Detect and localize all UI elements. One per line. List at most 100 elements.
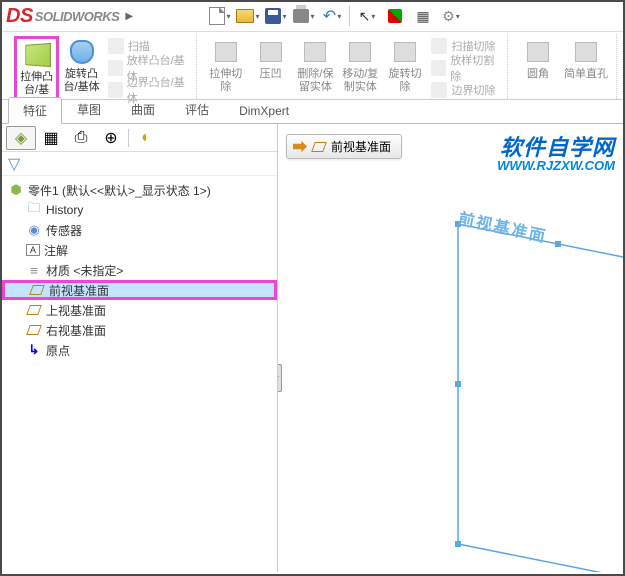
open-icon (236, 9, 254, 23)
print-icon (293, 9, 309, 23)
qat-separator (349, 6, 350, 26)
tree-top-plane[interactable]: 上视基准面 (2, 300, 277, 320)
fillet-icon (527, 42, 549, 62)
ribbon: 拉伸凸台/基体 旋转凸台/基体 扫描 放样凸台/基体 边界凸台/基体 拉伸切除 … (2, 32, 623, 100)
undo-button[interactable]: ↶▾ (319, 4, 345, 28)
options-icon: ⚙ (442, 8, 455, 25)
tree-sensors[interactable]: ◉ 传感器 (2, 220, 277, 240)
plane-icon (26, 302, 42, 318)
watermark-url: WWW.RJZXW.COM (497, 158, 615, 173)
tree-right-plane[interactable]: 右视基准面 (2, 320, 277, 340)
hole-button[interactable]: 压凹 (248, 36, 293, 83)
boundary-cut-button[interactable]: 边界切除 (431, 80, 501, 100)
revolve-cut-button[interactable]: 旋转切除 (383, 36, 428, 96)
watermark: 软件自学网 WWW.RJZXW.COM (497, 130, 615, 173)
tab-feature[interactable]: 特征 (8, 97, 62, 124)
ribbon-group-cut: 拉伸切除 压凹 删除/保留实体 移动/复制实体 旋转切除 扫描切除 放样切割除 … (197, 34, 508, 99)
app-menu-arrow-icon[interactable]: ▶ (125, 11, 133, 22)
annotation-icon: A (26, 244, 40, 256)
rebuild-button[interactable] (382, 4, 408, 28)
breadcrumb-arrow-icon (293, 140, 307, 154)
tree-annotations[interactable]: A 注解 (2, 240, 277, 260)
cut-sub-list: 扫描切除 放样切割除 边界切除 (427, 36, 501, 100)
breadcrumb[interactable]: 前视基准面 (286, 134, 402, 159)
options-button[interactable]: ⚙▾ (438, 4, 464, 28)
plane-icon (29, 282, 45, 298)
select-button[interactable]: ↖▾ (354, 4, 380, 28)
rebuild-icon (388, 9, 402, 23)
filter-icon[interactable]: ▽ (8, 154, 20, 174)
grid-icon: ▦ (43, 128, 58, 148)
extrude-icon (25, 43, 51, 67)
move-icon (349, 42, 371, 62)
settings-icon: ▦ (416, 8, 429, 25)
breadcrumb-label: 前视基准面 (331, 138, 391, 155)
feature-tree-tab[interactable]: ◈ (6, 126, 36, 150)
display-icon: ◐ (141, 129, 151, 147)
dim-tab[interactable]: ⊕ (96, 126, 126, 150)
display-tab[interactable]: ◐ (131, 126, 161, 150)
graphics-viewport[interactable]: 前视基准面 前视基准面 (278, 124, 623, 572)
quick-access-toolbar: ▾ ▾ ▾ ▾ ↶▾ ↖▾ ▦ ⚙▾ (207, 4, 464, 28)
tree-root[interactable]: ⬢ 零件1 (默认<<默认>_显示状态 1>) (2, 180, 277, 200)
simplehole-icon (575, 42, 597, 62)
save-icon (265, 8, 281, 24)
tree-front-plane[interactable]: 前视基准面 (2, 280, 277, 300)
hole-icon (260, 42, 282, 62)
ribbon-group-boss: 拉伸凸台/基体 旋转凸台/基体 扫描 放样凸台/基体 边界凸台/基体 (8, 34, 197, 99)
delete-keep-button[interactable]: 删除/保留实体 (293, 36, 338, 96)
loft-cut-button[interactable]: 放样切割除 (431, 58, 501, 78)
extrude-cut-icon (215, 42, 237, 62)
new-icon (209, 7, 225, 25)
tree-icon: ◈ (15, 128, 27, 148)
target-icon: ⊕ (104, 128, 117, 148)
command-manager-tabs: 特征 草图 曲面 评估 DimXpert (2, 100, 623, 124)
fillet-button[interactable]: 圆角 (514, 36, 562, 83)
tab-dimxpert[interactable]: DimXpert (224, 99, 304, 123)
tree-origin[interactable]: ↳ 原点 (2, 340, 277, 360)
filter-row: ▽ (2, 152, 277, 176)
ribbon-group-fillet: 圆角 简单直孔 (508, 34, 617, 99)
revcut-icon (394, 42, 416, 62)
simple-hole-button[interactable]: 简单直孔 (562, 36, 610, 83)
panel-resize-handle[interactable] (278, 364, 282, 392)
ds-logo-icon: DS (6, 5, 33, 28)
app-logo: DS SOLIDWORKS (6, 5, 119, 28)
feature-tree: ⬢ 零件1 (默认<<默认>_显示状态 1>) 🗀 History ◉ 传感器 … (2, 176, 277, 364)
loft-icon (108, 60, 123, 76)
move-copy-button[interactable]: 移动/复制实体 (338, 36, 383, 96)
print-button[interactable]: ▾ (291, 4, 317, 28)
undo-icon: ↶ (323, 6, 336, 26)
tab-evaluate[interactable]: 评估 (170, 96, 224, 123)
sweep-icon (108, 38, 124, 54)
config-tab[interactable]: ⎙ (66, 126, 96, 150)
plane-icon (311, 142, 327, 152)
sensor-icon: ◉ (26, 222, 42, 238)
settings-button[interactable]: ▦ (410, 4, 436, 28)
cursor-icon: ↖ (359, 8, 371, 25)
boss-sub-list: 扫描 放样凸台/基体 边界凸台/基体 (104, 36, 190, 100)
revolve-icon (70, 40, 94, 64)
ptab-sep (128, 129, 129, 147)
delete-icon (304, 42, 326, 62)
tab-sketch[interactable]: 草图 (62, 96, 116, 123)
history-icon: 🗀 (26, 202, 42, 218)
config-icon: ⎙ (75, 129, 88, 147)
extrude-cut-button[interactable]: 拉伸切除 (203, 36, 248, 96)
app-name: SOLIDWORKS (35, 9, 120, 24)
tree-material[interactable]: ≡ 材质 <未指定> (2, 260, 277, 280)
part-icon: ⬢ (8, 182, 24, 198)
open-button[interactable]: ▾ (235, 4, 261, 28)
revolve-boss-button[interactable]: 旋转凸台/基体 (59, 36, 104, 96)
workspace: ◈ ▦ ⎙ ⊕ ◐ ▽ ⬢ 零件1 (默认<<默认>_显示状态 1>) 🗀 Hi… (2, 124, 623, 572)
boundary-icon (108, 82, 123, 98)
tab-surface[interactable]: 曲面 (116, 96, 170, 123)
new-button[interactable]: ▾ (207, 4, 233, 28)
revolve-label: 旋转凸台/基体 (61, 68, 102, 94)
front-plane-3d[interactable] (448, 204, 623, 572)
property-tab[interactable]: ▦ (36, 126, 66, 150)
tree-history[interactable]: 🗀 History (2, 200, 277, 220)
save-button[interactable]: ▾ (263, 4, 289, 28)
origin-icon: ↳ (26, 342, 42, 358)
material-icon: ≡ (26, 262, 42, 278)
